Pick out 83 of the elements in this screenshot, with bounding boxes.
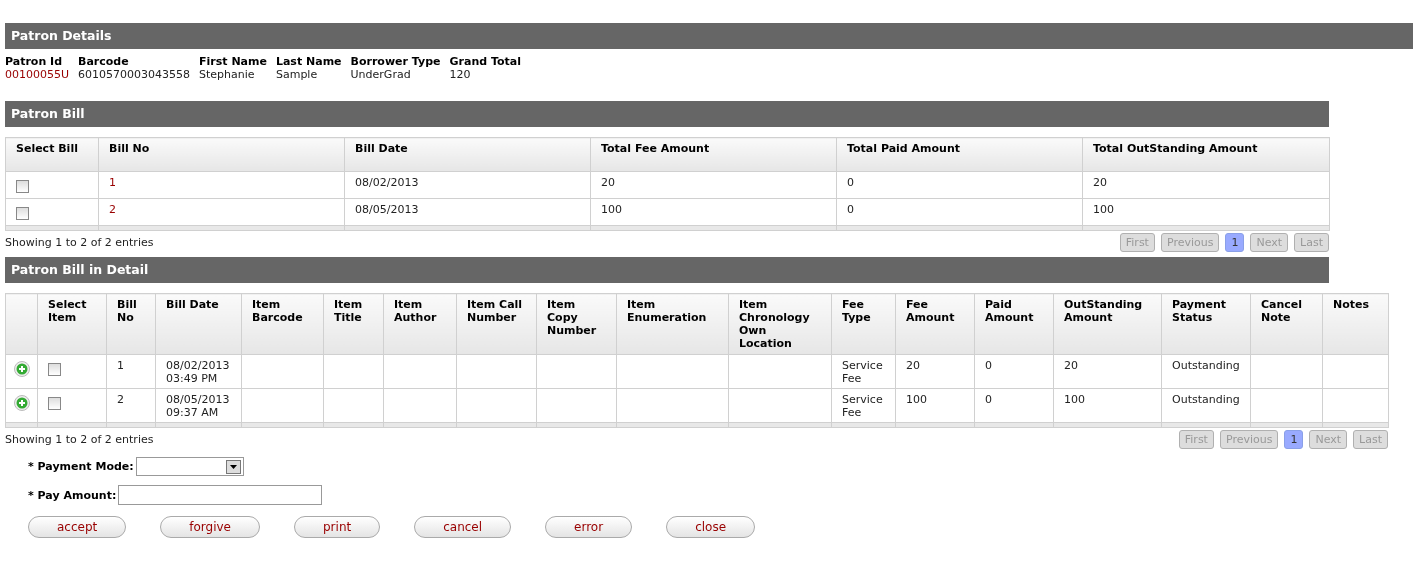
table-cell: 08/05/2013 09:37 AM [155,388,242,423]
column-header: Item Barcode [241,293,324,355]
action-button[interactable]: error [545,516,633,538]
table-cell: 08/02/2013 [344,171,591,199]
column-header: Item Call Number [456,293,537,355]
table-cell: 2 [106,388,156,423]
section-header: Patron Bill [5,101,1329,127]
column-header: Item Chronology Own Location [728,293,832,355]
action-button[interactable]: accept [28,516,127,538]
column-header: Item Author [383,293,457,355]
table-cell: 08/05/2013 [344,198,591,226]
field-label: Barcode [78,55,130,68]
table-cell: Outstanding [1161,388,1251,423]
section-header: Patron Bill in Detail [5,257,1329,283]
section-header: Patron Details [5,23,1413,49]
field-value: Stephanie [199,68,256,81]
table-cell: 100 [1053,388,1162,423]
column-header: Paid Amount [974,293,1054,355]
table-cell: 0 [974,354,1054,389]
action-button[interactable]: forgive [160,516,260,538]
pagination-button[interactable]: 1 [1284,430,1304,449]
table-cell: 20 [590,171,837,199]
column-header: Bill Date [344,137,591,172]
field-label: First Name [199,55,267,68]
table-cell: 0 [974,388,1054,423]
field-label: * Payment Mode: [28,460,134,473]
column-header: Total Paid Amount [836,137,1083,172]
field-label: * Pay Amount: [28,488,117,502]
table-cell: 20 [1082,171,1330,199]
expand-icon[interactable] [14,361,30,377]
field-value: Sample [275,68,319,81]
column-header: Select Bill [5,137,99,172]
column-header: Cancel Note [1250,293,1323,355]
caret-icon [225,459,241,474]
column-header: Item Title [323,293,384,355]
table-cell: 100 [895,388,975,423]
table-cell: 100 [1082,198,1330,226]
action-button[interactable]: cancel [414,516,512,538]
field-label: Borrower Type [350,55,441,68]
column-header: Bill Date [155,293,242,355]
column-header: Item Enumeration [616,293,729,355]
table-cell: 08/02/2013 03:49 PM [155,354,242,389]
checkbox[interactable] [16,207,29,220]
pagination-button[interactable]: 1 [1225,233,1245,252]
entries-info: Showing 1 to 2 of 2 entries [5,433,154,446]
table-cell: Outstanding [1161,354,1251,389]
bill-link[interactable]: 1 [98,171,345,199]
table-cell: 20 [895,354,975,389]
column-header: Bill No [98,137,345,172]
table-cell: 100 [590,198,837,226]
table-cell: Service Fee [831,388,896,423]
column-header: Fee Type [831,293,896,355]
expand-icon[interactable] [14,395,30,411]
table-cell: 1 [106,354,156,389]
column-header: Select Item [37,293,107,355]
table-cell: 20 [1053,354,1162,389]
checkbox[interactable] [48,397,61,410]
column-header: Notes [1322,293,1389,355]
payment-mode-dropdown[interactable] [135,457,244,476]
pay-amount-field[interactable] [118,485,323,505]
column-header: Bill No [106,293,156,355]
table-cell: Service Fee [831,354,896,389]
table-cell: 0 [836,171,1083,199]
column-header: Total Fee Amount [590,137,837,172]
field-value: UnderGrad [350,68,412,81]
entries-info: Showing 1 to 2 of 2 entries [5,236,154,249]
field-label: Grand Total [449,55,521,68]
checkbox[interactable] [48,363,61,376]
field-label: Last Name [275,55,342,68]
checkbox[interactable] [16,180,29,193]
column-header: Payment Status [1161,293,1251,355]
action-button[interactable]: print [294,516,381,538]
field-value: 6010570003043558 [78,68,191,81]
column-header: Total OutStanding Amount [1082,137,1330,172]
table-cell: 0 [836,198,1083,226]
field-label: Patron Id [5,55,64,68]
field-value: 120 [449,68,472,81]
field-value: 00100055U [5,68,70,81]
column-header: OutStanding Amount [1053,293,1162,355]
action-button[interactable]: close [666,516,756,538]
bill-link[interactable]: 2 [98,198,345,226]
column-header: Item Copy Number [536,293,617,355]
column-header: Fee Amount [895,293,975,355]
